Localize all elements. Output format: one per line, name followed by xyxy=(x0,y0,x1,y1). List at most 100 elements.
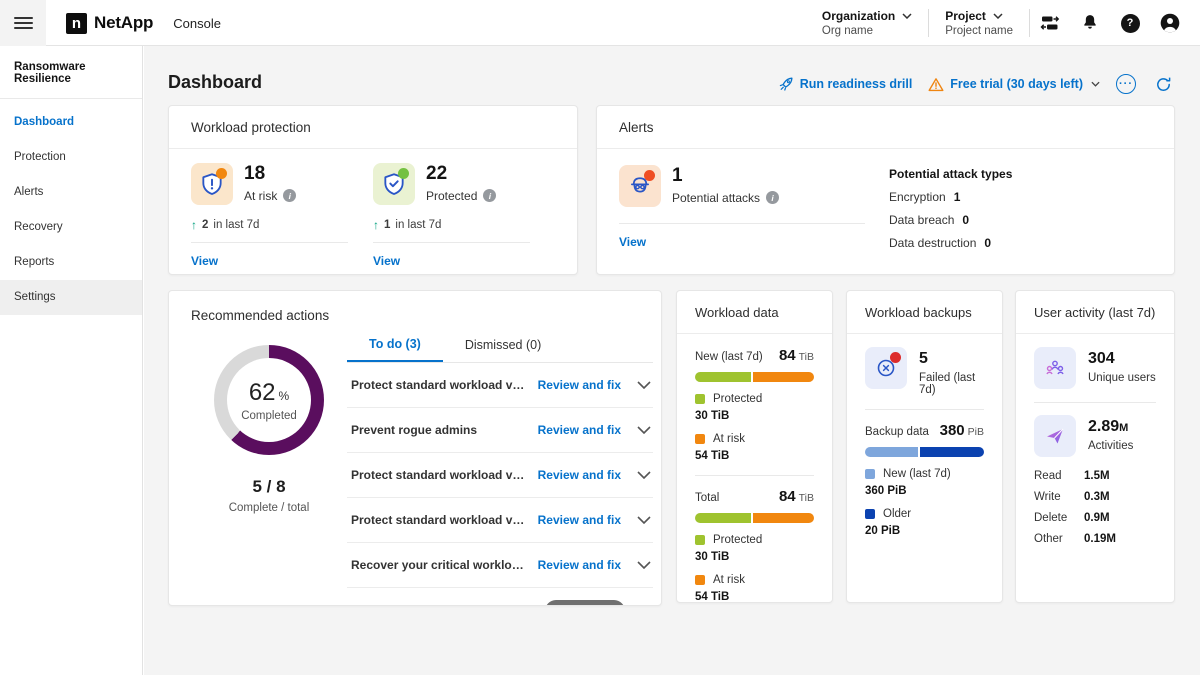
legend-value: 30 TiB xyxy=(695,551,814,563)
divider xyxy=(191,242,348,243)
expand-row-button[interactable] xyxy=(637,381,651,389)
attack-type-label: Data destruction xyxy=(889,236,976,250)
free-trial-button[interactable]: Free trial (30 days left) xyxy=(928,77,1100,92)
review-and-fix-link[interactable]: Review and fix xyxy=(538,378,621,392)
legend-item: At risk xyxy=(695,433,814,445)
bell-icon xyxy=(1080,13,1100,33)
sidebar-item-protection[interactable]: Protection xyxy=(0,140,142,175)
help-glyph: ? xyxy=(1127,17,1134,29)
status-badge xyxy=(216,168,227,179)
more-options-button[interactable]: ··· xyxy=(1116,74,1136,94)
activity-label: Other xyxy=(1034,533,1084,545)
users-iconbox xyxy=(1034,347,1076,389)
failed-label: Failed (last 7d) xyxy=(919,372,984,396)
info-icon[interactable]: i xyxy=(766,191,779,204)
legend-value: 54 TiB xyxy=(695,450,814,462)
sidebar-item-dashboard[interactable]: Dashboard xyxy=(0,105,142,140)
info-icon[interactable]: i xyxy=(483,189,496,202)
review-and-fix-link[interactable]: Review and fix xyxy=(538,513,621,527)
hamburger-menu-button[interactable] xyxy=(0,0,46,46)
new-data-stacked-bar xyxy=(695,372,814,382)
workload-protection-card: Workload protection 18 xyxy=(168,105,578,275)
activity-label: Write xyxy=(1034,491,1084,503)
legend-label: At risk xyxy=(713,433,745,445)
delta-value: 1 xyxy=(384,219,390,231)
complete-button[interactable]: Complete xyxy=(545,600,625,607)
activities-unit: M xyxy=(1119,422,1128,434)
workload-backups-card: Workload backups 5 Failed (last 7d) Back… xyxy=(846,290,1003,603)
hamburger-icon xyxy=(14,15,33,31)
refresh-button[interactable] xyxy=(1152,76,1174,93)
account-icon xyxy=(1160,13,1180,33)
divider xyxy=(695,475,814,476)
total-data-label: Total xyxy=(695,492,719,504)
unique-users-label: Unique users xyxy=(1088,372,1156,384)
info-glyph: i xyxy=(489,191,491,201)
activities-count: 2.89 xyxy=(1088,418,1119,435)
potential-attacks-stat: 1 Potential attacks i View xyxy=(619,165,865,251)
protected-label: Protected xyxy=(426,189,477,203)
at-risk-count: 18 xyxy=(244,164,296,185)
help-button[interactable]: ? xyxy=(1110,14,1150,33)
view-at-risk-link[interactable]: View xyxy=(191,254,218,268)
sidebar-item-settings[interactable]: Settings xyxy=(0,280,142,315)
chevron-down-icon xyxy=(1091,81,1100,87)
sidebar-item-reports[interactable]: Reports xyxy=(0,245,142,280)
expand-row-button[interactable] xyxy=(637,471,651,479)
card-title: User activity (last 7d) xyxy=(1016,291,1174,334)
legend-swatch xyxy=(695,394,705,404)
protected-stat: 22 Protected i ↑ 1 in last 7d View xyxy=(373,163,530,270)
tab-dismissed[interactable]: Dismissed (0) xyxy=(443,327,563,362)
expand-row-button[interactable] xyxy=(637,561,651,569)
sidebar-item-recovery[interactable]: Recovery xyxy=(0,210,142,245)
sidebar-item-alerts[interactable]: Alerts xyxy=(0,175,142,210)
total-data-stacked-bar xyxy=(695,513,814,523)
legend-label: Older xyxy=(883,508,911,520)
connector-button[interactable] xyxy=(1030,13,1070,33)
help-icon: ? xyxy=(1121,14,1140,33)
review-and-fix-link[interactable]: Review and fix xyxy=(538,558,621,572)
project-switcher[interactable]: Project Project name xyxy=(929,9,1029,37)
ellipsis-icon: ··· xyxy=(1119,78,1133,90)
chevron-down-icon xyxy=(637,561,651,569)
complete-ratio-caption: Complete / total xyxy=(187,502,351,514)
status-badge xyxy=(398,168,409,179)
failed-backup-iconbox xyxy=(865,347,907,389)
tab-todo[interactable]: To do (3) xyxy=(347,327,443,362)
new-data-value: 84 xyxy=(779,347,796,364)
card-title: Recommended actions xyxy=(169,291,661,323)
run-readiness-drill-button[interactable]: Run readiness drill xyxy=(779,77,913,92)
legend-value: 30 TiB xyxy=(695,410,814,422)
trend-up-icon: ↑ xyxy=(373,218,379,232)
potential-attacks-count: 1 xyxy=(672,166,779,187)
review-and-fix-link[interactable]: Review and fix xyxy=(538,468,621,482)
action-row: Protect standard workload vm_datastore_u… xyxy=(347,363,653,408)
review-and-fix-link[interactable]: Review and fix xyxy=(538,423,621,437)
info-icon[interactable]: i xyxy=(283,189,296,202)
workload-data-card: Workload data New (last 7d) 84TiB Protec… xyxy=(676,290,833,603)
free-trial-label: Free trial (30 days left) xyxy=(950,77,1083,91)
action-title: Integrate with your security... xyxy=(351,604,535,607)
table-row: Other0.19M xyxy=(1034,533,1156,545)
legend-swatch xyxy=(695,575,705,585)
paper-plane-icon xyxy=(1043,424,1067,448)
chevron-down-icon xyxy=(993,13,1003,19)
organization-switcher[interactable]: Organization Org name xyxy=(806,9,928,37)
refresh-icon xyxy=(1155,76,1172,93)
completion-donut-chart: 62% Completed xyxy=(214,345,324,455)
expand-row-button[interactable] xyxy=(637,426,651,434)
view-protected-link[interactable]: View xyxy=(373,254,400,268)
action-title: Prevent rogue admins xyxy=(351,423,528,437)
expand-row-button[interactable] xyxy=(637,516,651,524)
account-button[interactable] xyxy=(1150,13,1190,33)
view-alerts-link[interactable]: View xyxy=(619,235,646,249)
attacker-iconbox xyxy=(619,165,661,207)
notifications-button[interactable] xyxy=(1070,13,1110,33)
legend-value: 360 PiB xyxy=(865,485,984,497)
chevron-down-icon xyxy=(637,381,651,389)
total-data-value: 84 xyxy=(779,488,796,505)
chevron-down-icon xyxy=(902,13,912,19)
activity-value: 1.5M xyxy=(1084,470,1110,482)
completion-summary: 62% Completed 5 / 8 Complete / total xyxy=(187,339,351,514)
rocket-icon xyxy=(779,77,794,92)
